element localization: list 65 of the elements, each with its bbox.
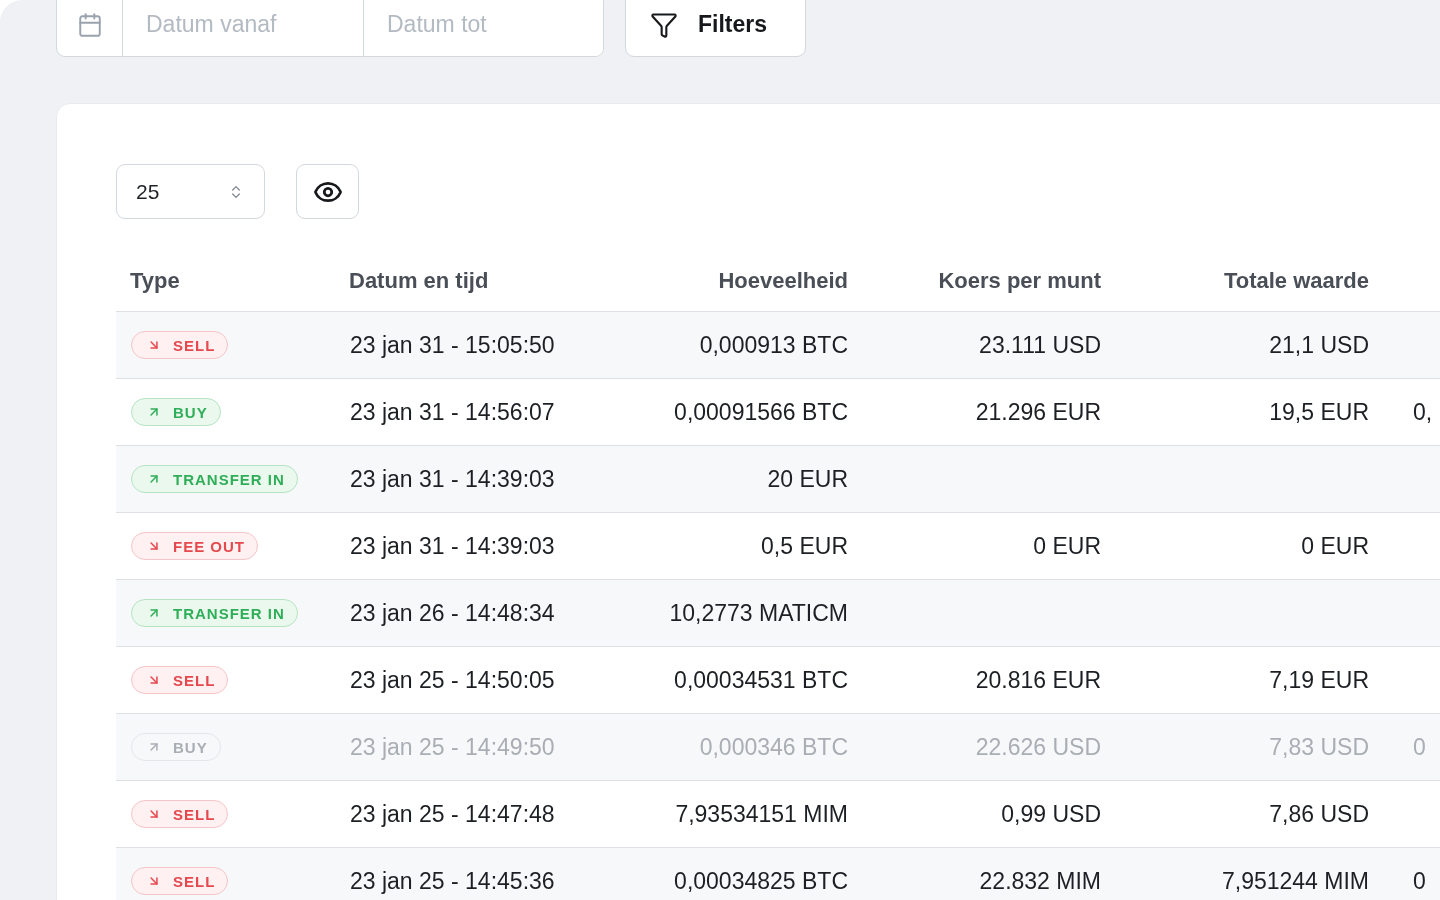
table-cell-text: 0,5 EUR [761, 532, 849, 560]
arrow-up-right-icon [147, 606, 161, 620]
table-cell-text: 7,19 EUR [1269, 666, 1370, 694]
table-cell-text: 23 jan 31 - 15:05:50 [349, 331, 555, 359]
table-cell-text: 23 jan 31 - 14:39:03 [349, 465, 555, 493]
table-cell-text: 20 EUR [767, 465, 849, 493]
calendar-icon[interactable] [76, 11, 103, 38]
table-cell-text: 23 jan 26 - 14:48:34 [349, 599, 555, 627]
table-cell-text: 19,5 EUR [1269, 398, 1370, 426]
column-header[interactable]: Type [116, 267, 180, 294]
table-cell-text: 0,00034531 BTC [674, 666, 849, 694]
column-header[interactable]: Koers per munt [938, 267, 1115, 294]
table-cell-text: 0,00091566 BTC [674, 398, 849, 426]
badge-label: SELL [173, 336, 216, 354]
table-cell-text: 21,1 USD [1269, 331, 1370, 359]
column-header[interactable]: Hoeveelheid [718, 267, 862, 294]
table-cell-text: 7,83 USD [1269, 733, 1370, 761]
table-cell-text: 0 [1412, 867, 1426, 895]
page-size-select[interactable]: 25 [116, 164, 265, 219]
table-cell-text: 0, [1412, 398, 1433, 426]
column-header[interactable]: Totale waarde [1223, 267, 1383, 294]
table-cell-text: 7,86 USD [1269, 800, 1370, 828]
table-cell-text: 23 jan 25 - 14:49:50 [349, 733, 555, 761]
date-input[interactable]: Datum tot [363, 0, 603, 56]
table-cell-text: 23.111 USD [979, 331, 1102, 359]
table-cell-text: 22.626 USD [975, 733, 1102, 761]
filters-button[interactable]: Filters [625, 0, 806, 57]
table-cell-text: 7,951244 MIM [1221, 867, 1370, 895]
arrow-down-right-icon [147, 338, 161, 352]
table-cell-text: 7,93534151 MIM [675, 800, 849, 828]
arrow-down-right-icon [147, 539, 161, 553]
table-cell-text: 0,00034825 BTC [674, 867, 849, 895]
table-cell-text: 0 [1412, 733, 1426, 761]
table-cell-text: 21.296 EUR [975, 398, 1102, 426]
table-cell-text: 23 jan 25 - 14:50:05 [349, 666, 555, 694]
table-cell-text: 23 jan 25 - 14:45:36 [349, 867, 555, 895]
column-visibility-button[interactable] [296, 164, 359, 219]
table-cell-text: 0,99 USD [1001, 800, 1102, 828]
badge-label: BUY [173, 738, 208, 756]
table-cell-text: 22.832 MIM [979, 867, 1102, 895]
date-range-picker[interactable]: Datum vanaf Datum tot [56, 0, 604, 57]
table-cell-text: 20.816 EUR [975, 666, 1102, 694]
table-cell-text: 23 jan 25 - 14:47:48 [349, 800, 555, 828]
arrow-up-right-icon [147, 740, 161, 754]
badge-label: TRANSFER IN [173, 470, 285, 488]
arrow-up-right-icon [147, 472, 161, 486]
table-cell-text: 0 EUR [1033, 532, 1102, 560]
table-cell-text: 0 EUR [1301, 532, 1370, 560]
column-header[interactable]: Datum en tijd [335, 267, 489, 294]
badge-label: SELL [173, 872, 216, 890]
arrow-down-right-icon [147, 673, 161, 687]
table-cell-text: 0,000346 BTC [699, 733, 849, 761]
table-cell-text: 0,000913 BTC [699, 331, 849, 359]
badge-label: TRANSFER IN [173, 604, 285, 622]
badge-label: SELL [173, 671, 216, 689]
arrow-down-right-icon [147, 874, 161, 888]
table-cell-text: 10,2773 MATICM [669, 599, 849, 627]
arrow-down-right-icon [147, 807, 161, 821]
table-cell-text: 23 jan 31 - 14:39:03 [349, 532, 555, 560]
arrow-up-right-icon [147, 405, 161, 419]
filter-icon [650, 10, 678, 39]
table-cell-text: 23 jan 31 - 14:56:07 [349, 398, 555, 426]
badge-label: SELL [173, 805, 216, 823]
badge-label: BUY [173, 403, 208, 421]
badge-label: FEE OUT [173, 537, 245, 555]
